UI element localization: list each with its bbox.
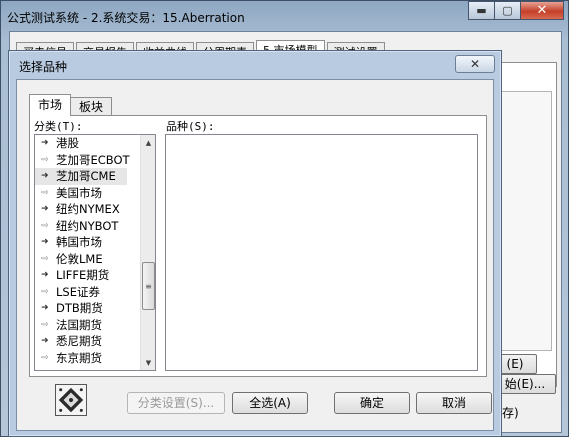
category-item-label: 伦敦LME <box>56 251 103 266</box>
hollow-arrow-icon: ⇨ <box>41 253 49 264</box>
category-item[interactable]: ➜ 韩国市场 <box>35 234 155 251</box>
select-variety-dialog: 选择品种 ✕ 市场 板块 分类(T): 品种(S): ➜ 港股 ⇨ 芝加哥ECBOT ➜… <box>8 50 502 437</box>
maximize-button[interactable]: ▢ <box>494 1 521 20</box>
close-button[interactable]: ✕ <box>520 1 564 20</box>
category-settings-button[interactable]: 分类设置(S)... <box>127 392 225 414</box>
dialog-close-button[interactable]: ✕ <box>455 55 495 73</box>
scroll-up-arrow-icon[interactable]: ▲ <box>141 135 155 150</box>
category-item-label: 港股 <box>56 136 79 151</box>
tab-sector[interactable]: 板块 <box>70 97 113 116</box>
variety-label: 品种(S): <box>166 120 215 133</box>
category-item-label: 芝加哥ECBOT <box>56 152 130 167</box>
dialog-title: 选择品种 <box>19 60 68 74</box>
category-item[interactable]: ⇨ 伦敦LME <box>35 251 155 268</box>
variety-listbox[interactable] <box>165 134 478 371</box>
filled-arrow-icon: ➜ <box>41 270 49 281</box>
main-window-title: 公式测试系统 - 2.系统交易：15.Aberration <box>7 11 245 25</box>
hollow-arrow-icon: ⇨ <box>41 319 49 330</box>
category-item-label: 纽约NYMEX <box>56 202 120 217</box>
category-item-label: 美国市场 <box>56 185 102 200</box>
category-list: ➜ 港股 ⇨ 芝加哥ECBOT ➜ 芝加哥CME ⇨ 美国市场 ➜ 纽约NYMEX ⇨ 纽约NYBOT… <box>35 135 155 366</box>
filled-arrow-icon: ➜ <box>41 237 49 248</box>
category-scrollbar[interactable]: ▲ ≡ ▼ <box>140 135 155 370</box>
filled-arrow-icon: ➜ <box>41 171 49 182</box>
category-item-label: 纽约NYBOT <box>56 218 119 233</box>
dice-grid-icon <box>55 384 87 416</box>
filled-arrow-icon: ➜ <box>41 138 49 149</box>
scroll-down-arrow-icon[interactable]: ▼ <box>141 355 155 370</box>
main-save-text: 存) <box>502 406 519 420</box>
filled-arrow-icon: ➜ <box>41 303 49 314</box>
hollow-arrow-icon: ⇨ <box>41 286 49 297</box>
scroll-thumb[interactable]: ≡ <box>142 262 155 310</box>
grip-lines-icon: ≡ <box>145 281 152 291</box>
category-item[interactable]: ➜ DTB期货 <box>35 300 155 317</box>
category-item-label: 东京期货 <box>56 350 102 365</box>
category-item[interactable]: ➜ 芝加哥CME <box>35 168 127 185</box>
category-item[interactable]: ⇨ 法国期货 <box>35 317 155 334</box>
dialog-tab-strip: 市场 板块 <box>29 94 113 116</box>
select-all-button[interactable]: 全选(A) <box>232 392 308 414</box>
category-item[interactable]: ➜ 悉尼期货 <box>35 333 155 350</box>
category-item-label: LIFFE期货 <box>56 268 110 283</box>
category-item[interactable]: ⇨ 纽约NYBOT <box>35 218 155 235</box>
tab-market[interactable]: 市场 <box>29 94 72 116</box>
category-item-label: LSE证券 <box>56 284 100 299</box>
category-item[interactable]: ➜ LIFFE期货 <box>35 267 155 284</box>
category-item[interactable]: ➜ 纽约NYMEX <box>35 201 155 218</box>
category-item-label: 韩国市场 <box>56 235 102 250</box>
hollow-arrow-icon: ⇨ <box>41 187 49 198</box>
category-item[interactable]: ⇨ 东京期货 <box>35 350 155 367</box>
category-item-label: 悉尼期货 <box>56 334 102 349</box>
filled-arrow-icon: ➜ <box>41 336 49 347</box>
hollow-arrow-icon: ⇨ <box>41 154 49 165</box>
cancel-button[interactable]: 取消 <box>416 392 492 414</box>
category-listbox[interactable]: ➜ 港股 ⇨ 芝加哥ECBOT ➜ 芝加哥CME ⇨ 美国市场 ➜ 纽约NYMEX ⇨ 纽约NYBOT… <box>34 134 156 371</box>
ok-button[interactable]: 确定 <box>334 392 410 414</box>
dialog-tab-panel: 分类(T): 品种(S): ➜ 港股 ⇨ 芝加哥ECBOT ➜ 芝加哥CME ⇨ 美国市场 ➜ 纽… <box>29 115 487 377</box>
window-controls: ▬ ▢ ✕ <box>468 1 564 20</box>
category-item-label: 法国期货 <box>56 317 102 332</box>
category-item-label: 芝加哥CME <box>56 169 116 184</box>
category-item[interactable]: ⇨ 美国市场 <box>35 185 155 202</box>
category-item[interactable]: ➜ 港股 <box>35 135 155 152</box>
minimize-button[interactable]: ▬ <box>468 1 495 20</box>
filled-arrow-icon: ➜ <box>41 204 49 215</box>
category-item-label: DTB期货 <box>56 301 103 316</box>
main-start-button[interactable]: 始(E)... <box>494 374 556 394</box>
category-label: 分类(T): <box>34 120 83 133</box>
close-icon: ✕ <box>469 57 481 71</box>
dialog-body: 市场 板块 分类(T): 品种(S): ➜ 港股 ⇨ 芝加哥ECBOT ➜ 芝加哥CME ⇨… <box>16 79 494 431</box>
category-item[interactable]: ⇨ LSE证券 <box>35 284 155 301</box>
hollow-arrow-icon: ⇨ <box>41 352 49 363</box>
category-item[interactable]: ⇨ 芝加哥ECBOT <box>35 152 155 169</box>
hollow-arrow-icon: ⇨ <box>41 220 49 231</box>
